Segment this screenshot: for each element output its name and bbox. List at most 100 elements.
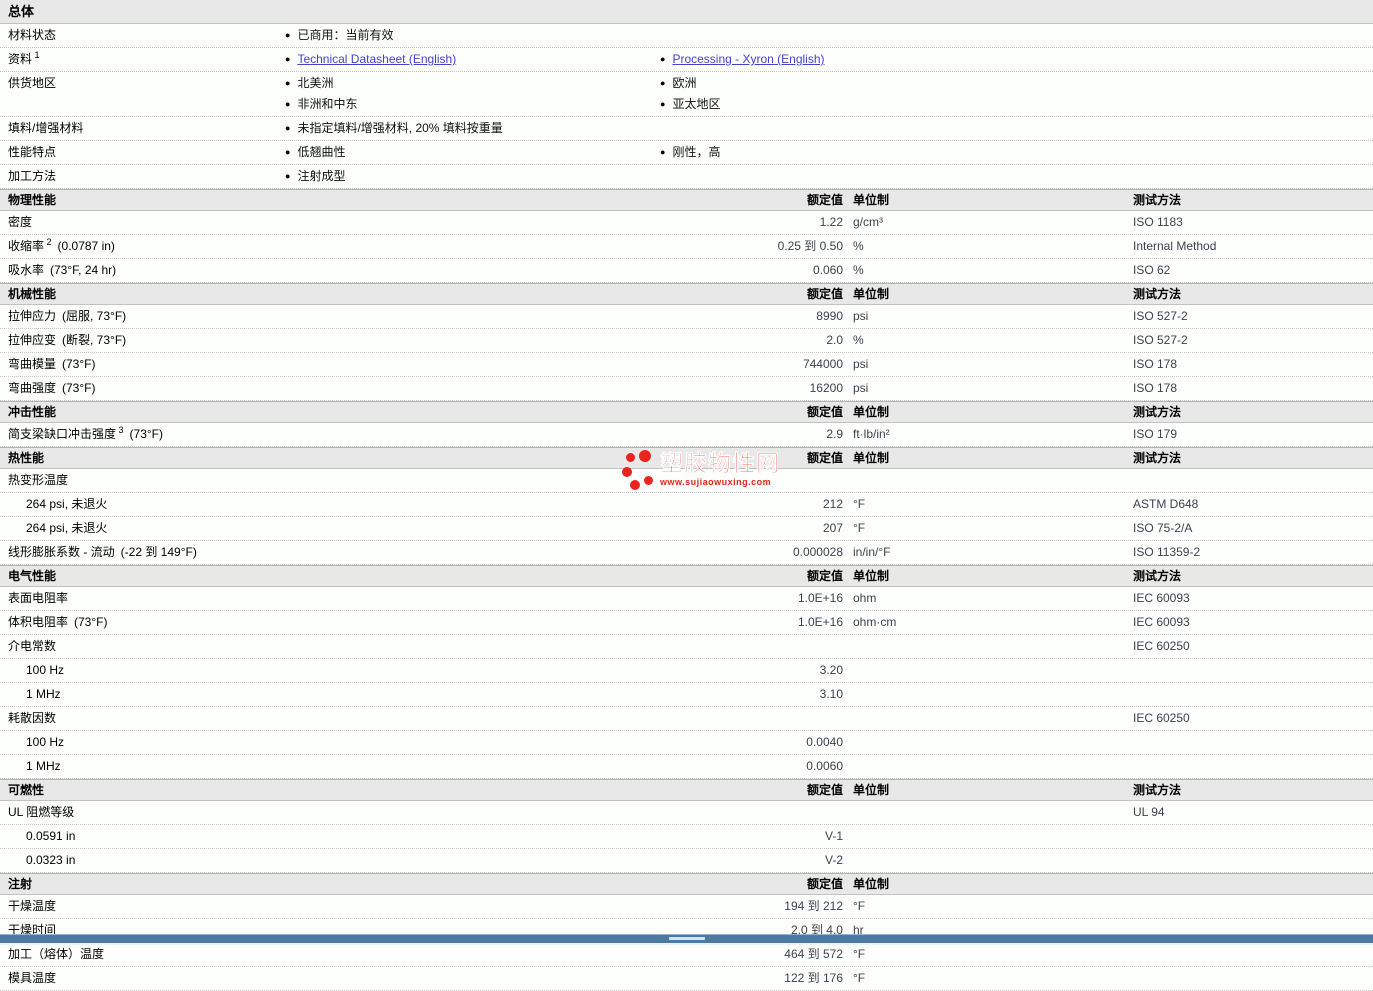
rated-value-cell: 0.060 bbox=[812, 263, 843, 277]
bullet-icon: ● bbox=[285, 123, 291, 133]
test-method-cell: ISO 179 bbox=[1133, 427, 1178, 441]
unit-cell: g/cm³ bbox=[853, 215, 883, 229]
property-name: 264 psi, 未退火 bbox=[26, 497, 108, 511]
rated-value-cell: 2.0 bbox=[826, 333, 843, 347]
general-col2: ● 刚性，高 bbox=[660, 142, 1373, 163]
property-name: 0.0323 in bbox=[26, 853, 76, 867]
property-row: 100 Hz 3.20 bbox=[0, 659, 1373, 683]
rated-value-cell bbox=[690, 469, 845, 492]
rated-value-cell: 0.0040 bbox=[806, 735, 843, 749]
general-row: 加工方法 ● 注射成型 bbox=[0, 165, 1373, 189]
footnote-superscript: 3 bbox=[116, 425, 124, 435]
section-header: 热性能 额定值 单位制 测试方法 bbox=[0, 447, 1373, 469]
unit-cell: psi bbox=[853, 381, 869, 395]
unit-cell: °F bbox=[853, 497, 866, 511]
bulleted-item-label: 北美洲 bbox=[297, 76, 334, 90]
general-col1: ● 低翘曲性 bbox=[285, 142, 660, 163]
rated-value-cell: 3.20 bbox=[819, 663, 843, 677]
condition-note: (73°F) bbox=[62, 381, 96, 395]
unit-header: 单位制 bbox=[853, 783, 890, 797]
property-row: 弯曲模量 (73°F) 744000 psi ISO 178 bbox=[0, 353, 1373, 377]
property-name: 干燥温度 bbox=[8, 899, 57, 913]
unit-cell: ohm bbox=[853, 591, 877, 605]
property-row: 拉伸应变 (断裂, 73°F) 2.0% ISO 527-2 bbox=[0, 329, 1373, 353]
rated-value-cell: 744000 bbox=[802, 357, 843, 371]
property-name: 模具温度 bbox=[8, 971, 57, 985]
general-row: 填料/增强材料 ● 未指定填料/增强材料, 20% 填料按重量 bbox=[0, 117, 1373, 141]
test-method-cell bbox=[1125, 755, 1373, 778]
condition-note: (73°F) bbox=[74, 615, 108, 629]
bullet-icon: ● bbox=[660, 147, 666, 157]
test-method-cell: Internal Method bbox=[1133, 239, 1217, 253]
property-name: 密度 bbox=[8, 215, 33, 229]
property-name: 体积电阻率 (73°F) bbox=[8, 615, 108, 629]
property-name: 吸水率 (73°F, 24 hr) bbox=[8, 263, 117, 277]
rated-value-header: 额定值 bbox=[806, 287, 843, 301]
unit-cell bbox=[845, 659, 1125, 682]
general-col1: ● 注射成型 bbox=[285, 166, 660, 187]
property-name: 1 MHz bbox=[26, 687, 61, 701]
rated-value-cell: 1.22 bbox=[819, 215, 843, 229]
unit-cell: % bbox=[853, 263, 864, 277]
test-method-cell: ISO 62 bbox=[1133, 263, 1171, 277]
property-row: 耗散因数 IEC 60250 bbox=[0, 707, 1373, 731]
unit-header: 单位制 bbox=[853, 405, 890, 419]
test-method-cell: IEC 60250 bbox=[1133, 711, 1190, 725]
datasheet-link[interactable]: Processing - Xyron (English) bbox=[672, 52, 824, 66]
property-row: UL 阻燃等级 UL 94 bbox=[0, 801, 1373, 825]
unit-cell: % bbox=[853, 239, 864, 253]
test-method-cell bbox=[1125, 683, 1373, 706]
section-title: 总体 bbox=[8, 4, 35, 19]
condition-note: (73°F) bbox=[62, 357, 96, 371]
bullet-icon: ● bbox=[285, 99, 291, 109]
general-row-label: 加工方法 bbox=[8, 169, 57, 183]
test-method-header: 测试方法 bbox=[1133, 193, 1182, 207]
unit-header: 单位制 bbox=[853, 451, 890, 465]
test-method-cell bbox=[1125, 849, 1373, 872]
rated-value-cell: 1.0E+16 bbox=[797, 591, 843, 605]
rated-value-cell bbox=[690, 801, 845, 824]
splitter-grip-icon[interactable] bbox=[668, 937, 705, 940]
material-datasheet-page: { "watermark": { "title": "塑胶物性网", "url"… bbox=[0, 0, 1373, 991]
property-name: 100 Hz bbox=[26, 663, 65, 677]
rated-value-cell: 3.10 bbox=[819, 687, 843, 701]
rated-value-cell: 0.000028 bbox=[792, 545, 843, 559]
property-name: 264 psi, 未退火 bbox=[26, 521, 108, 535]
rated-value-header: 额定值 bbox=[806, 569, 843, 583]
property-name: 弯曲强度 (73°F) bbox=[8, 381, 96, 395]
property-row: 热变形温度 bbox=[0, 469, 1373, 493]
bulleted-item: ● 低翘曲性 bbox=[285, 142, 660, 163]
test-method-cell: ISO 1183 bbox=[1133, 215, 1183, 229]
bulleted-item-label: 未指定填料/增强材料, 20% 填料按重量 bbox=[297, 121, 503, 135]
test-method-header: 测试方法 bbox=[1133, 569, 1182, 583]
test-method-cell bbox=[1125, 659, 1373, 682]
bulleted-item: ● 欧洲 bbox=[660, 73, 1373, 94]
datasheet-link[interactable]: Technical Datasheet (English) bbox=[297, 52, 456, 66]
test-method-header: 测试方法 bbox=[1133, 783, 1182, 797]
footnote-superscript: 2 bbox=[44, 237, 52, 247]
unit-cell bbox=[845, 849, 1125, 872]
property-row: 0.0591 in V-1 bbox=[0, 825, 1373, 849]
general-row-label: 供货地区 bbox=[8, 76, 57, 90]
section-header: 注射 额定值 单位制 bbox=[0, 873, 1373, 895]
unit-cell: psi bbox=[853, 357, 869, 371]
property-name: 热变形温度 bbox=[8, 473, 69, 487]
bulleted-item: ● 非洲和中东 bbox=[285, 94, 660, 115]
bottom-splitter-bar[interactable] bbox=[0, 934, 1373, 943]
unit-cell: °F bbox=[853, 947, 866, 961]
property-name: UL 阻燃等级 bbox=[8, 805, 75, 819]
general-col2: ● Processing - Xyron (English) bbox=[660, 49, 1373, 70]
property-row: 吸水率 (73°F, 24 hr) 0.060% ISO 62 bbox=[0, 259, 1373, 283]
unit-cell: in/in/°F bbox=[853, 545, 891, 559]
property-name: 0.0591 in bbox=[26, 829, 76, 843]
bulleted-item: ● 亚太地区 bbox=[660, 94, 1373, 115]
test-method-cell: IEC 60250 bbox=[1133, 639, 1190, 653]
unit-header: 单位制 bbox=[853, 193, 890, 207]
rated-value-cell: V-1 bbox=[824, 829, 843, 843]
property-row: 介电常数 IEC 60250 bbox=[0, 635, 1373, 659]
section-title: 电气性能 bbox=[8, 569, 57, 583]
property-name: 拉伸应变 (断裂, 73°F) bbox=[8, 333, 127, 347]
unit-cell bbox=[845, 731, 1125, 754]
condition-note: (屈服, 73°F) bbox=[62, 309, 127, 323]
test-method-cell: IEC 60093 bbox=[1133, 591, 1190, 605]
